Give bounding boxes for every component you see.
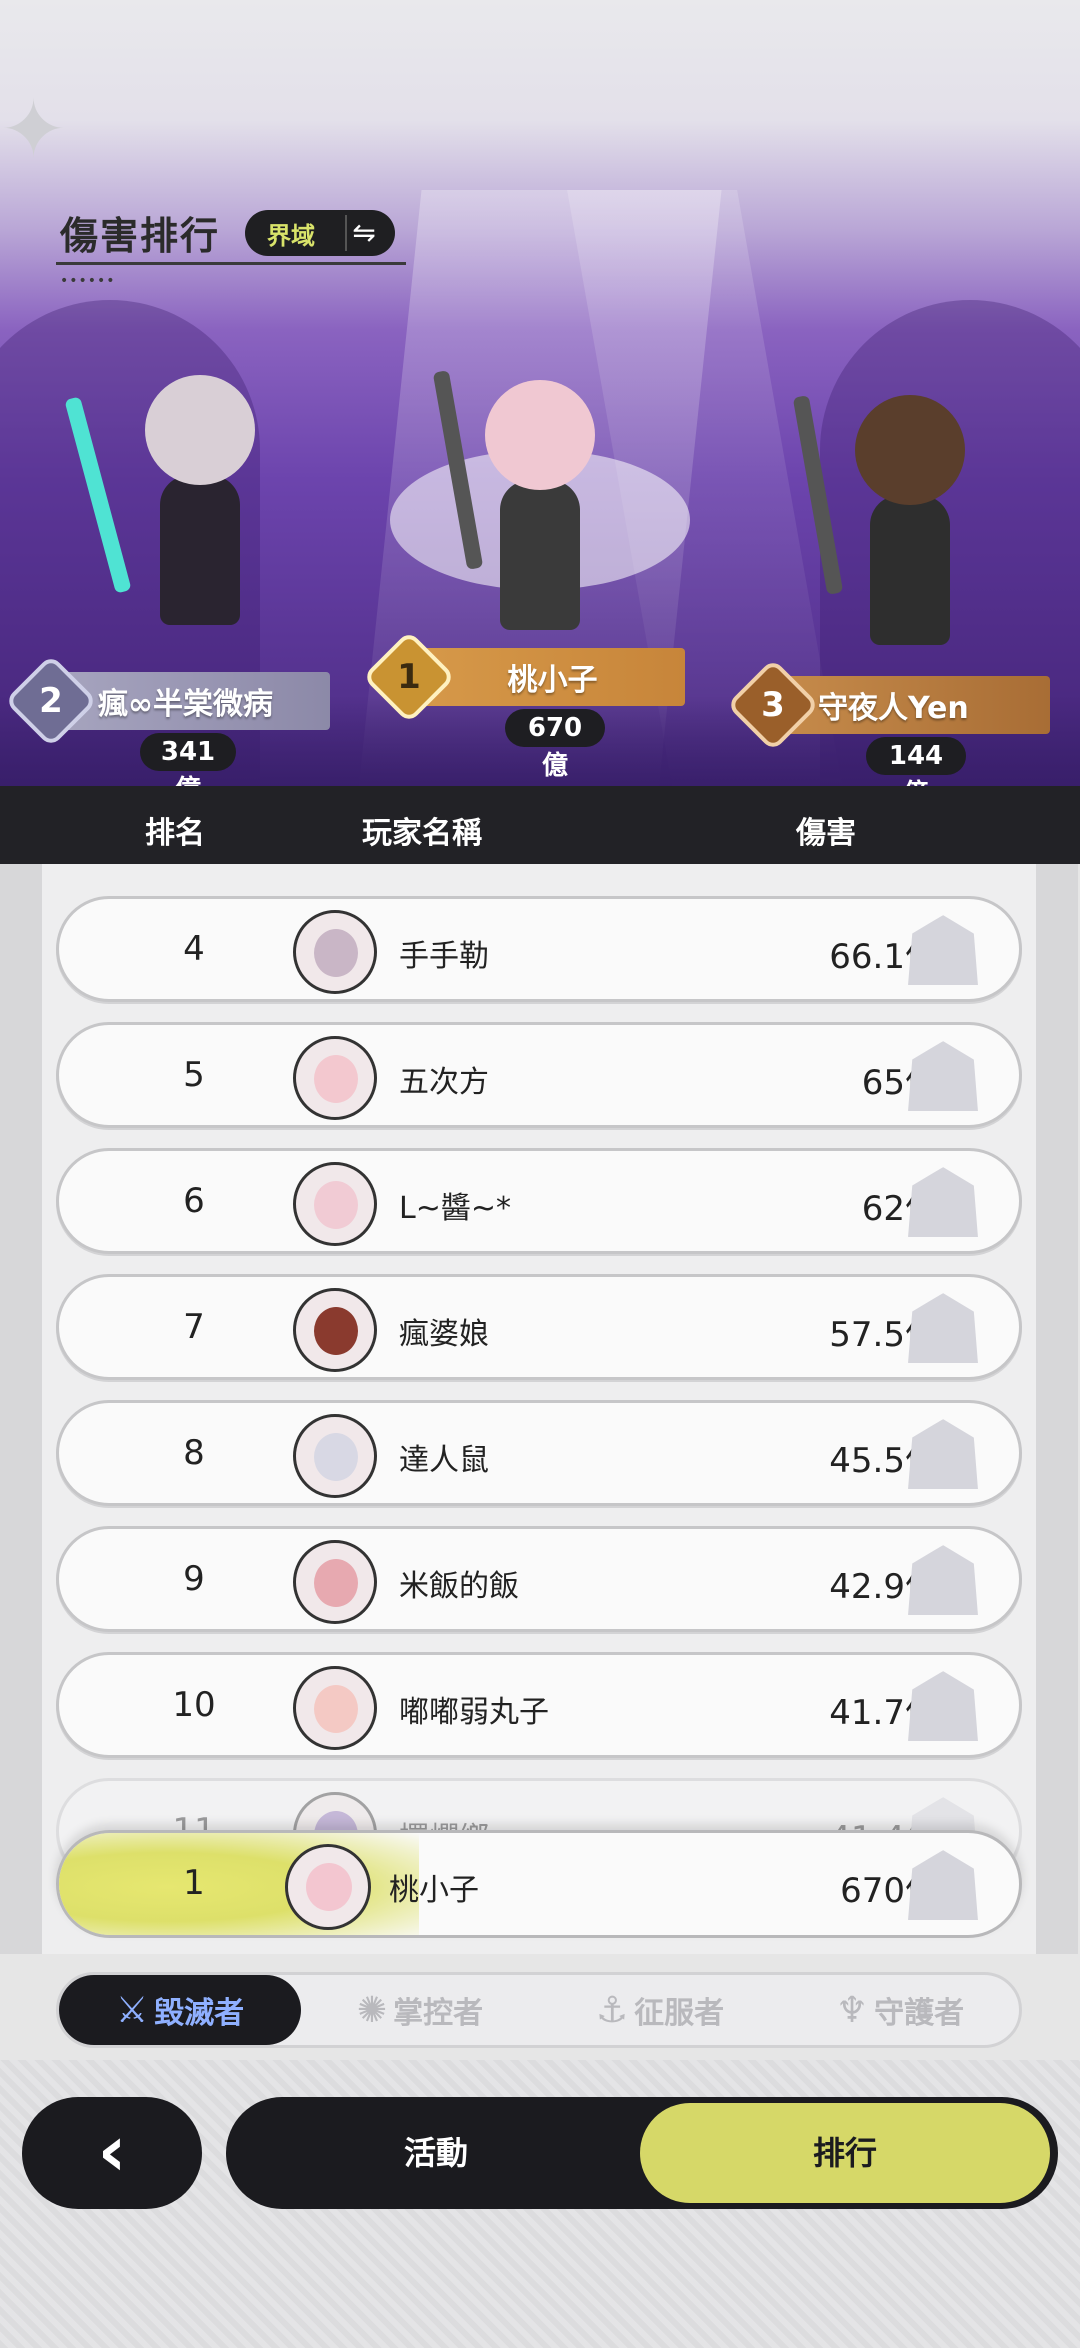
row-player-name: 米飯的飯	[399, 1569, 519, 1604]
emblem-icon: ☗	[899, 1022, 987, 1128]
title-underline	[56, 262, 406, 265]
title-dots: ••••••	[60, 273, 116, 289]
emblem-icon: ☗	[899, 896, 987, 1002]
ranking-list[interactable]: 4 手手勒 66.1億 ☗ 5 五次方 65億 ☗ 6 L~醬~* 62億 ☗ …	[42, 864, 1036, 1954]
table-row[interactable]: 9 米飯的飯 42.9億 ☗	[56, 1526, 1022, 1632]
row-rank: 9	[183, 1559, 205, 1599]
rank-1-character[interactable]	[390, 370, 690, 640]
tab-controller[interactable]: ✺ 掌控者	[299, 1975, 541, 2045]
side-pillar	[0, 864, 42, 1954]
character-body	[500, 480, 580, 630]
tab-label: 毀滅者	[154, 1996, 245, 2031]
row-rank: 8	[183, 1433, 205, 1473]
character-head	[145, 375, 255, 485]
avatar	[285, 1844, 371, 1930]
avatar	[293, 1414, 377, 1498]
table-row[interactable]: 4 手手勒 66.1億 ☗	[56, 896, 1022, 1002]
podium-score: 670億	[505, 709, 605, 781]
avatar	[293, 1162, 377, 1246]
emblem-icon: ☗	[899, 1526, 987, 1632]
row-player-name: 手手勒	[399, 939, 489, 974]
column-header-damage: 傷害	[796, 816, 856, 851]
destroyer-icon: ⚔	[115, 1989, 149, 2031]
table-header: 排名 玩家名稱 傷害	[0, 786, 1080, 864]
controller-icon: ✺	[356, 1989, 388, 2031]
rank-3-character[interactable]	[792, 395, 1020, 655]
row-rank: 10	[172, 1685, 216, 1725]
staff-graphic	[792, 395, 844, 595]
emblem-icon: ☗	[899, 1652, 987, 1758]
table-row[interactable]: 7 瘋婆娘 57.5億 ☗	[56, 1274, 1022, 1380]
activity-button[interactable]: 活動	[226, 2097, 646, 2209]
podium-score: 144億	[866, 737, 966, 786]
my-player-name: 桃小子	[389, 1873, 479, 1908]
tab-destroyer[interactable]: ⚔ 毀滅者	[59, 1975, 301, 2045]
podium-nameplate-2: 2 瘋∞半棠微病	[4, 654, 330, 748]
row-rank: 5	[183, 1055, 205, 1095]
avatar	[293, 1288, 377, 1372]
podium-banner: ✦ 傷害排行 •••••• 界域 ⇋ 2 瘋∞半棠微病 1 桃小子 3 守夜人Y…	[0, 0, 1080, 786]
tab-label: 守護者	[874, 1996, 965, 2031]
character-head	[485, 380, 595, 490]
column-header-name: 玩家名稱	[362, 816, 482, 851]
tab-guardian[interactable]: ♆ 守護者	[779, 1975, 1021, 2045]
emblem-icon: ☗	[899, 1831, 987, 1938]
conqueror-icon: ⚓	[595, 1989, 629, 2031]
avatar	[293, 910, 377, 994]
tab-label: 征服者	[634, 1996, 725, 2031]
table-row[interactable]: 10 嘟嘟弱丸子 41.7億 ☗	[56, 1652, 1022, 1758]
title-block: 傷害排行 ••••••	[56, 205, 406, 289]
category-tabs: ⚔ 毀滅者 ✺ 掌控者 ⚓ 征服者 ♆ 守護者	[56, 1972, 1022, 2048]
podium-player-name: 瘋∞半棠微病	[98, 687, 273, 722]
row-player-name: 達人鼠	[399, 1443, 489, 1478]
character-body	[160, 475, 240, 625]
back-button[interactable]: ‹	[22, 2097, 202, 2209]
bottom-nav: 活動 排行	[226, 2097, 1058, 2209]
character-body	[870, 495, 950, 645]
row-player-name: 嘟嘟弱丸子	[399, 1695, 549, 1730]
guardian-icon: ♆	[835, 1989, 869, 2031]
row-rank: 6	[183, 1181, 205, 1221]
realm-toggle-button[interactable]: 界域 ⇋	[245, 210, 395, 256]
podium-nameplate-3: 3 守夜人Yen	[726, 658, 1050, 752]
page-title: 傷害排行	[60, 214, 221, 258]
emblem-icon: ☗	[899, 1400, 987, 1506]
side-pillar	[1036, 864, 1078, 1954]
ranking-button[interactable]: 排行	[640, 2103, 1050, 2203]
podium-player-name: 守夜人Yen	[818, 691, 969, 726]
table-row[interactable]: 5 五次方 65億 ☗	[56, 1022, 1022, 1128]
column-header-rank: 排名	[145, 816, 205, 851]
chevron-left-icon: ‹	[97, 2110, 127, 2192]
tab-label: 掌控者	[393, 1996, 484, 2031]
my-rank-row[interactable]: 1 桃小子 670億 ☗	[56, 1830, 1022, 1938]
emblem-icon: ☗	[899, 1148, 987, 1254]
podium-nameplate-1: 1 桃小子	[362, 630, 685, 724]
decorative-star-icon: ✦	[0, 83, 68, 176]
character-head	[855, 395, 965, 505]
row-rank: 4	[183, 929, 205, 969]
tab-conqueror[interactable]: ⚓ 征服者	[539, 1975, 781, 2045]
row-player-name: L~醬~*	[399, 1191, 511, 1226]
table-row[interactable]: 8 達人鼠 45.5億 ☗	[56, 1400, 1022, 1506]
avatar	[293, 1540, 377, 1624]
realm-label: 界域	[255, 215, 345, 251]
my-rank: 1	[183, 1863, 205, 1903]
row-player-name: 瘋婆娘	[399, 1317, 489, 1352]
avatar	[293, 1036, 377, 1120]
row-player-name: 五次方	[399, 1065, 489, 1100]
swap-icon: ⇋	[345, 215, 381, 251]
rank-2-character[interactable]	[64, 375, 310, 635]
avatar	[293, 1666, 377, 1750]
row-rank: 7	[183, 1307, 205, 1347]
emblem-icon: ☗	[899, 1274, 987, 1380]
table-row[interactable]: 6 L~醬~* 62億 ☗	[56, 1148, 1022, 1254]
podium-score: 341億	[140, 733, 236, 786]
